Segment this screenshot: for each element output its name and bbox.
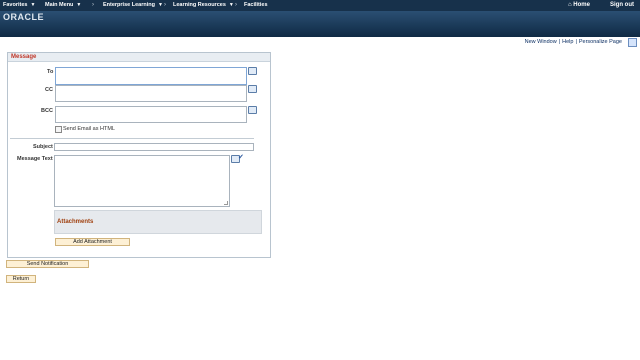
to-label: To — [47, 69, 54, 75]
favorites-menu[interactable]: Favorites ▼ — [3, 2, 35, 8]
personalize-icon[interactable] — [628, 38, 637, 47]
main-menu-label: Main Menu — [45, 2, 74, 8]
facilities-label: Facilities — [244, 2, 268, 8]
message-panel-header: Message — [8, 53, 270, 62]
send-html-label: Send Email as HTML — [63, 126, 115, 132]
home-label: Home — [573, 2, 590, 8]
subject-field[interactable] — [54, 143, 254, 151]
breadcrumb-enterprise-learning[interactable]: Enterprise Learning ▼ — [103, 2, 163, 8]
breadcrumb-learning-resources[interactable]: Learning Resources ▼ — [173, 2, 234, 8]
send-html-checkbox[interactable] — [55, 126, 62, 133]
breadcrumb-separator-icon: › — [92, 2, 94, 8]
personalize-page-link[interactable]: Personalize Page — [579, 39, 622, 45]
attachments-title: Attachments — [57, 219, 94, 225]
home-icon: ⌂ — [568, 2, 572, 8]
oracle-logo: ORACLE — [3, 12, 44, 22]
return-button[interactable]: Return — [6, 275, 36, 283]
check-icon[interactable]: ✔ — [238, 153, 244, 161]
message-text-area[interactable] — [54, 155, 230, 207]
breadcrumb-separator-icon: › — [164, 2, 166, 8]
breadcrumb-facilities[interactable]: Facilities — [244, 2, 268, 8]
resize-grip-icon[interactable] — [224, 201, 228, 205]
subject-label: Subject — [33, 144, 53, 150]
page-links: New Window | Help | Personalize Page — [525, 39, 622, 45]
divider — [10, 138, 254, 139]
link-divider: | — [575, 39, 577, 45]
bcc-label: BCC — [41, 108, 53, 114]
breadcrumb-separator-icon: › — [235, 2, 237, 8]
sign-out-link[interactable]: Sign out — [610, 2, 634, 8]
main-menu[interactable]: Main Menu ▼ — [45, 2, 81, 8]
header-banner: ORACLE — [0, 11, 640, 37]
lookup-icon[interactable] — [248, 67, 257, 75]
add-attachment-button[interactable]: Add Attachment — [55, 238, 130, 246]
favorites-label: Favorites — [3, 2, 28, 8]
help-link[interactable]: Help — [562, 39, 573, 45]
to-field[interactable] — [55, 67, 247, 85]
top-navigation-bar: Favorites ▼ Main Menu ▼ › Enterprise Learn… — [0, 0, 640, 11]
learning-resources-label: Learning Resources — [173, 2, 226, 8]
link-divider: | — [558, 39, 561, 45]
attachments-section: Attachments — [54, 210, 262, 234]
lookup-icon[interactable] — [248, 85, 257, 93]
chevron-down-icon: ▼ — [157, 2, 163, 8]
new-window-link[interactable]: New Window — [525, 39, 557, 45]
home-link[interactable]: ⌂ Home — [568, 2, 590, 8]
lookup-icon[interactable] — [248, 106, 257, 114]
chevron-down-icon: ▼ — [30, 2, 36, 8]
chevron-down-icon: ▼ — [76, 2, 82, 8]
cc-label: CC — [45, 87, 53, 93]
send-notification-button[interactable]: Send Notification — [6, 260, 89, 268]
section-title: Message — [11, 54, 37, 60]
sign-out-label: Sign out — [610, 2, 634, 8]
cc-field[interactable] — [55, 85, 247, 102]
bcc-field[interactable] — [55, 106, 247, 123]
message-text-label: Message Text — [17, 156, 53, 162]
enterprise-learning-label: Enterprise Learning — [103, 2, 155, 8]
chevron-down-icon: ▼ — [228, 2, 234, 8]
